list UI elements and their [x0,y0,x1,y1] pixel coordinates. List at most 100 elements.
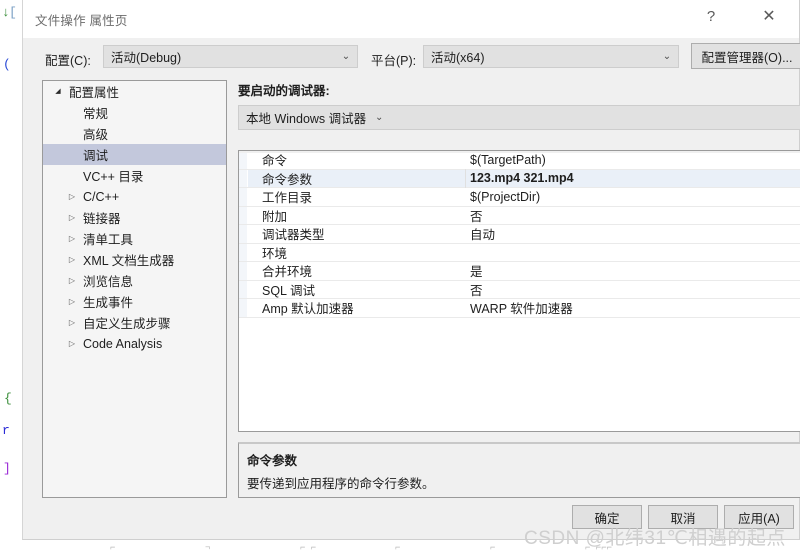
property-pages-dialog: 文件操作 属性页 ? ✕ 配置(C): 活动(Debug) ⌄ 平台(P): 活… [22,0,800,540]
triangle-right-icon[interactable]: ▷ [65,297,79,306]
configuration-bar: 配置(C): 活动(Debug) ⌄ 平台(P): 活动(x64) ⌄ 配置管理… [23,38,800,78]
background-code-glyph: ( [3,57,11,72]
property-value[interactable]: $(ProjectDir) [466,190,800,204]
tree-item-label: 配置属性 [69,86,120,100]
property-name: 工作目录 [262,191,313,206]
background-tick: ⌐ ⌐ [300,543,317,553]
triangle-down-icon[interactable]: ◢ [51,88,65,95]
background-tick: ⌐ [490,543,496,553]
property-name: SQL 调试 [262,283,316,298]
configuration-value: 活动(Debug) [111,51,182,65]
property-value[interactable]: 否 [466,206,800,225]
tree-item-10[interactable]: ▷ 生成事件 [43,291,226,312]
tree-item-label: C/C++ [83,189,120,204]
property-tree[interactable]: ◢ 配置属性常规高级调试 VC++ 目录 ▷ C/C++ ▷ 链接器 ▷ 清单工具 ▷ XML 文档… [42,80,227,498]
property-row[interactable]: 附加 否 [239,206,800,225]
description-title: 命令参数 [247,454,298,468]
property-name: 命令 [262,154,288,169]
background-code-glyph: ] [3,461,11,476]
property-name: 调试器类型 [262,228,325,243]
background-tick: ⌐ [110,543,116,553]
tree-item-7[interactable]: ▷ 清单工具 [43,228,226,249]
property-value[interactable]: 自动 [466,224,800,243]
property-row[interactable]: 环境 [239,243,800,262]
tree-item-label: XML 文档生成器 [83,254,175,268]
background-code-glyph: r [2,423,10,438]
watermark: CSDN @北纬31℃相遇的起点 [524,528,786,549]
property-row[interactable]: 命令 $(TargetPath) [239,151,800,170]
background-tick: ¬ [205,543,211,553]
tree-item-5[interactable]: ▷ C/C++ [43,186,226,207]
platform-label: 平台(P): [371,54,417,68]
dialog-titlebar: 文件操作 属性页 ? ✕ [23,0,799,38]
tree-item-12[interactable]: ▷ Code Analysis [43,333,226,354]
background-tick: ⌐ [395,543,401,553]
property-row[interactable]: 工作目录 $(ProjectDir) [239,188,800,207]
triangle-right-icon[interactable]: ▷ [65,276,79,285]
property-value[interactable]: $(TargetPath) [466,153,800,167]
property-row-gutter [239,206,248,224]
close-icon[interactable]: ✕ [747,0,791,32]
debugger-to-launch-dropdown[interactable]: 本地 Windows 调试器 ⌄ [238,105,800,130]
platform-dropdown[interactable]: 活动(x64) ⌄ [423,45,679,68]
property-value[interactable]: 123.mp4 321.mp4 [466,171,800,185]
property-row[interactable]: Amp 默认加速器 WARP 软件加速器 [239,299,800,318]
right-pane: 要启动的调试器: 本地 Windows 调试器 ⌄ 命令 $(TargetPath… [238,80,800,498]
configuration-manager-button[interactable]: 配置管理器(O)... [691,43,800,69]
tree-item-label: 链接器 [83,212,121,226]
property-name: 附加 [262,209,288,224]
description-body: 要传递到应用程序的命令行参数。 [247,477,435,491]
triangle-right-icon[interactable]: ▷ [65,234,79,243]
property-row[interactable]: 合并环境 是 [239,262,800,281]
property-row-gutter [239,169,248,187]
triangle-right-icon[interactable]: ▷ [65,192,79,201]
property-row-gutter [239,243,248,261]
tree-item-label: 常规 [83,107,109,121]
tree-item-3[interactable]: 调试 [43,144,226,165]
property-grid[interactable]: 命令 $(TargetPath) 命令参数 123.mp4 321.mp4 工作目录 $(… [238,150,800,432]
tree-item-label: 调试 [83,149,109,163]
tree-item-label: VC++ 目录 [83,170,144,184]
property-row[interactable]: 调试器类型 自动 [239,225,800,244]
triangle-right-icon[interactable]: ▷ [65,339,79,348]
chevron-down-icon: ⌄ [341,50,351,62]
property-row-gutter [239,299,248,317]
property-row[interactable]: SQL 调试 否 [239,280,800,299]
help-icon[interactable]: ? [689,0,733,32]
tree-item-label: 浏览信息 [83,275,134,289]
property-name: 环境 [262,246,288,261]
configuration-label: 配置(C): [45,54,91,68]
grid-top-rule [239,151,800,153]
property-value[interactable]: 否 [466,280,800,299]
tree-item-8[interactable]: ▷ XML 文档生成器 [43,249,226,270]
configuration-dropdown[interactable]: 活动(Debug) ⌄ [103,45,358,68]
background-code-glyph: [ [9,5,17,20]
property-row[interactable]: 命令参数 123.mp4 321.mp4 [239,168,800,188]
chevron-down-icon: ⌄ [374,112,384,123]
property-row-gutter [239,225,248,243]
triangle-right-icon[interactable]: ▷ [65,255,79,264]
dialog-title: 文件操作 属性页 [35,14,128,28]
tree-item-label: 高级 [83,128,109,142]
tree-item-6[interactable]: ▷ 链接器 [43,207,226,228]
property-value[interactable]: 是 [466,261,800,280]
tree-item-label: 清单工具 [83,233,134,247]
triangle-right-icon[interactable]: ▷ [65,318,79,327]
property-row-gutter [239,188,248,206]
property-name: 命令参数 [248,168,466,188]
tree-item-label: 自定义生成步骤 [83,317,171,331]
property-name: Amp 默认加速器 [262,302,354,317]
tree-item-9[interactable]: ▷ 浏览信息 [43,270,226,291]
tree-item-1[interactable]: 常规 [43,102,226,123]
property-row-gutter [239,262,248,280]
triangle-right-icon[interactable]: ▷ [65,213,79,222]
tree-item-11[interactable]: ▷ 自定义生成步骤 [43,312,226,333]
debugger-to-launch-label: 要启动的调试器: [238,84,330,98]
property-row-gutter [239,280,248,298]
tree-item-label: 生成事件 [83,296,134,310]
property-row-gutter [239,151,248,169]
property-value[interactable]: WARP 软件加速器 [466,298,800,317]
tree-item-2[interactable]: 高级 [43,123,226,144]
tree-item-4[interactable]: VC++ 目录 [43,165,226,186]
tree-item-0[interactable]: ◢ 配置属性 [43,81,226,102]
